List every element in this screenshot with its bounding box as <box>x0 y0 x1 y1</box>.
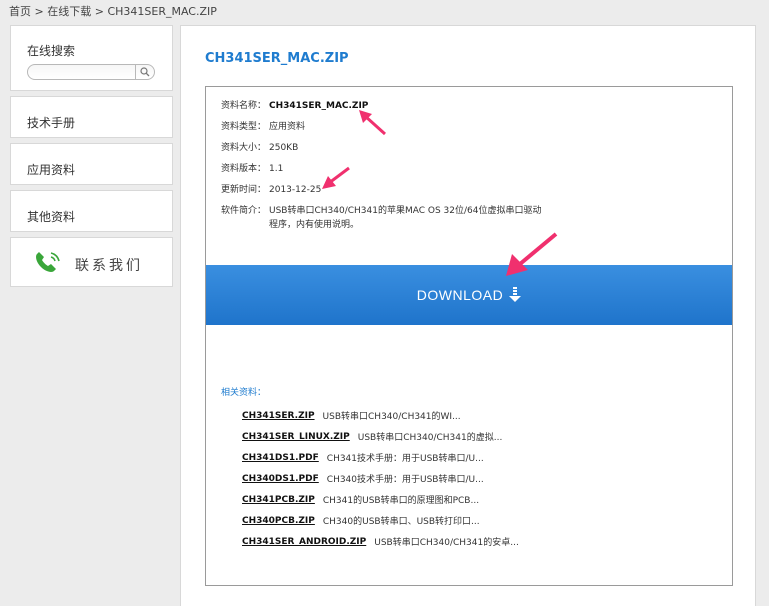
main-content: CH341SER_MAC.ZIP 资料名称： CH341SER_MAC.ZIP … <box>180 25 756 606</box>
contact-us-button[interactable]: 联系我们 <box>10 237 173 287</box>
download-label: DOWNLOAD <box>416 287 504 303</box>
info-row-size: 资料大小： 250KB <box>221 141 549 162</box>
sidebar-item-label: 技术手册 <box>27 116 76 130</box>
info-value: 250KB <box>269 143 299 153</box>
related-file-link[interactable]: CH341SER_LINUX.ZIP <box>242 432 350 442</box>
related-file-desc: CH340的USB转串口、USB转打印口... <box>322 517 480 527</box>
related-file-desc: USB转串口CH340/CH341的安卓... <box>374 538 519 548</box>
related-list: CH341SER.ZIP USB转串口CH340/CH341的WI... CH3… <box>242 405 519 552</box>
sidebar: 在线搜索 技术手册 应用资料 其他资料 联系我们 <box>10 25 173 292</box>
breadcrumb-home[interactable]: 首页 <box>9 5 31 18</box>
phone-icon <box>36 252 60 272</box>
info-value: 应用资料 <box>269 122 306 132</box>
breadcrumb-current: CH341SER_MAC.ZIP <box>107 5 217 18</box>
info-row-summary: 软件简介： USB转串口CH340/CH341的苹果MAC OS 32位/64位… <box>221 204 549 230</box>
breadcrumb-separator: > <box>34 5 44 18</box>
info-label: 资料名称： <box>221 101 267 111</box>
search-title: 在线搜索 <box>27 44 76 58</box>
download-arrow-icon <box>509 287 522 302</box>
info-label: 更新时间： <box>221 185 267 195</box>
search-icon <box>140 67 150 77</box>
list-item: CH340DS1.PDF CH340技术手册：用于USB转串口/U... <box>242 468 519 489</box>
sidebar-item-label: 其他资料 <box>27 210 76 224</box>
related-file-desc: USB转串口CH340/CH341的虚拟... <box>357 433 503 443</box>
list-item: CH340PCB.ZIP CH340的USB转串口、USB转打印口... <box>242 510 519 531</box>
info-row-updated: 更新时间： 2013-12-25 <box>221 183 549 204</box>
info-value: USB转串口CH340/CH341的苹果MAC OS 32位/64位虚拟串口驱动… <box>269 206 542 230</box>
list-item: CH341SER.ZIP USB转串口CH340/CH341的WI... <box>242 405 519 426</box>
list-item: CH341SER_LINUX.ZIP USB转串口CH340/CH341的虚拟.… <box>242 426 519 447</box>
related-file-link[interactable]: CH341SER_ANDROID.ZIP <box>242 537 366 547</box>
related-file-link[interactable]: CH341SER.ZIP <box>242 411 315 421</box>
search-field[interactable] <box>27 64 155 84</box>
info-value: 2013-12-25 <box>269 185 322 195</box>
related-file-link[interactable]: CH340PCB.ZIP <box>242 516 315 526</box>
breadcrumb-section[interactable]: 在线下载 <box>47 5 91 18</box>
download-button[interactable]: DOWNLOAD <box>206 265 732 325</box>
list-item: CH341SER_ANDROID.ZIP USB转串口CH340/CH341的安… <box>242 531 519 552</box>
annotation-arrow-icon <box>322 166 350 189</box>
page-title: CH341SER_MAC.ZIP <box>205 51 349 66</box>
info-value: CH341SER_MAC.ZIP <box>269 101 369 111</box>
related-file-desc: CH341技术手册：用于USB转串口/U... <box>326 454 484 464</box>
list-item: CH341DS1.PDF CH341技术手册：用于USB转串口/U... <box>242 447 519 468</box>
related-title: 相关资料： <box>221 388 267 398</box>
related-file-link[interactable]: CH340DS1.PDF <box>242 474 319 484</box>
sidebar-item-label: 应用资料 <box>27 163 76 177</box>
info-label: 资料版本： <box>221 164 267 174</box>
related-file-desc: CH341的USB转串口的原理图和PCB... <box>322 496 480 506</box>
info-label: 软件简介： <box>221 206 267 216</box>
related-file-desc: CH340技术手册：用于USB转串口/U... <box>326 475 484 485</box>
related-file-link[interactable]: CH341PCB.ZIP <box>242 495 315 505</box>
detail-box: 资料名称： CH341SER_MAC.ZIP 资料类型： 应用资料 资料大小： … <box>205 86 733 586</box>
breadcrumb: 首页 > 在线下载 > CH341SER_MAC.ZIP <box>9 3 217 19</box>
search-panel: 在线搜索 <box>10 25 173 91</box>
sidebar-item-application[interactable]: 应用资料 <box>10 143 173 185</box>
annotation-arrow-icon <box>506 232 558 276</box>
annotation-arrow-icon <box>359 110 387 136</box>
related-file-desc: USB转串口CH340/CH341的WI... <box>322 412 461 422</box>
search-button[interactable] <box>135 65 154 79</box>
info-label: 资料类型： <box>221 122 267 132</box>
contact-label: 联系我们 <box>75 258 143 274</box>
sidebar-item-manuals[interactable]: 技术手册 <box>10 96 173 138</box>
related-file-link[interactable]: CH341DS1.PDF <box>242 453 319 463</box>
info-label: 资料大小： <box>221 143 267 153</box>
search-input[interactable] <box>36 71 136 84</box>
info-value: 1.1 <box>269 164 284 174</box>
list-item: CH341PCB.ZIP CH341的USB转串口的原理图和PCB... <box>242 489 519 510</box>
info-row-version: 资料版本： 1.1 <box>221 162 549 183</box>
sidebar-item-other[interactable]: 其他资料 <box>10 190 173 232</box>
breadcrumb-separator: > <box>94 5 104 18</box>
